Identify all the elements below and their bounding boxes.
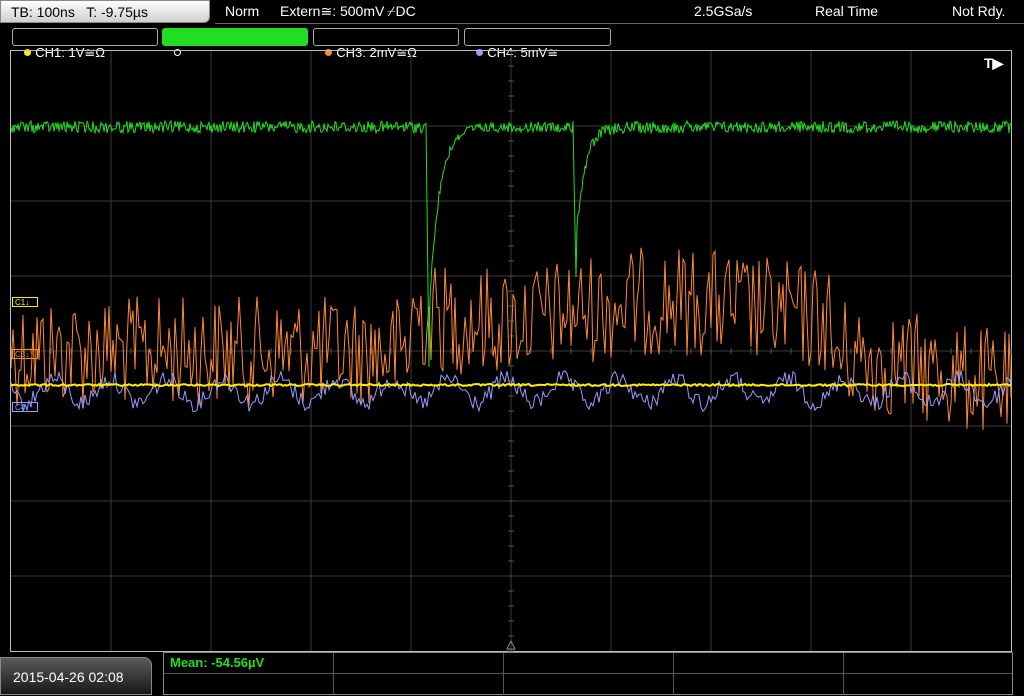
trigger-position-marker: T▶ [984, 55, 1004, 71]
measurement-row [164, 674, 1012, 695]
sample-rate: 2.5GSa/s [694, 3, 753, 19]
measurement-cell[interactable] [674, 653, 844, 674]
ch1-offset-marker[interactable]: C1↓ [12, 297, 38, 307]
ch3-offset-marker[interactable]: C3↓ [12, 349, 38, 359]
timebase-readout[interactable]: TB: 100ns T: -9.75µs [0, 0, 210, 23]
waveform-canvas [11, 51, 1012, 652]
measurement-cell[interactable] [334, 653, 504, 674]
mean-measurement: Mean: -54.56µV [170, 655, 265, 670]
channel-tab-ch1[interactable]: CH1: 1V≅Ω [12, 28, 158, 60]
trigger-mode[interactable]: Norm [225, 0, 259, 23]
ch1-trace [11, 382, 1012, 388]
acquisition-mode: Real Time [815, 3, 879, 19]
trigger-settings[interactable]: Extern≅: 500mV ⌿DC [280, 0, 416, 23]
ch4-offset-marker[interactable]: C4↓ [12, 402, 38, 412]
measurement-cell[interactable]: Mean: -54.56µV [164, 653, 334, 674]
measurement-row: Mean: -54.56µV [164, 653, 1012, 674]
date-time: 2015-04-26 02:08 [0, 657, 152, 695]
measurement-panel[interactable]: Mean: -54.56µV [163, 652, 1013, 695]
measurement-cell[interactable] [504, 653, 674, 674]
measurement-cell[interactable] [504, 674, 674, 695]
measurement-cell[interactable] [164, 674, 334, 695]
measurement-cell[interactable] [334, 674, 504, 695]
channel-tab-ch3[interactable]: CH3: 2mV≅Ω [313, 28, 459, 60]
acquisition-state: Not Rdy. [952, 3, 1006, 19]
measurement-cell[interactable] [674, 674, 844, 695]
channel-tab-ch2[interactable]: CH2: 5mV≅Ω [162, 28, 308, 60]
status-divider [215, 23, 1024, 24]
waveform-display[interactable] [10, 50, 1012, 652]
channel-tab-ch4[interactable]: CH4: 5mV≅ [464, 28, 611, 60]
status-bar: TB: 100ns T: -9.75µs Norm Extern≅: 500mV… [0, 0, 1024, 25]
